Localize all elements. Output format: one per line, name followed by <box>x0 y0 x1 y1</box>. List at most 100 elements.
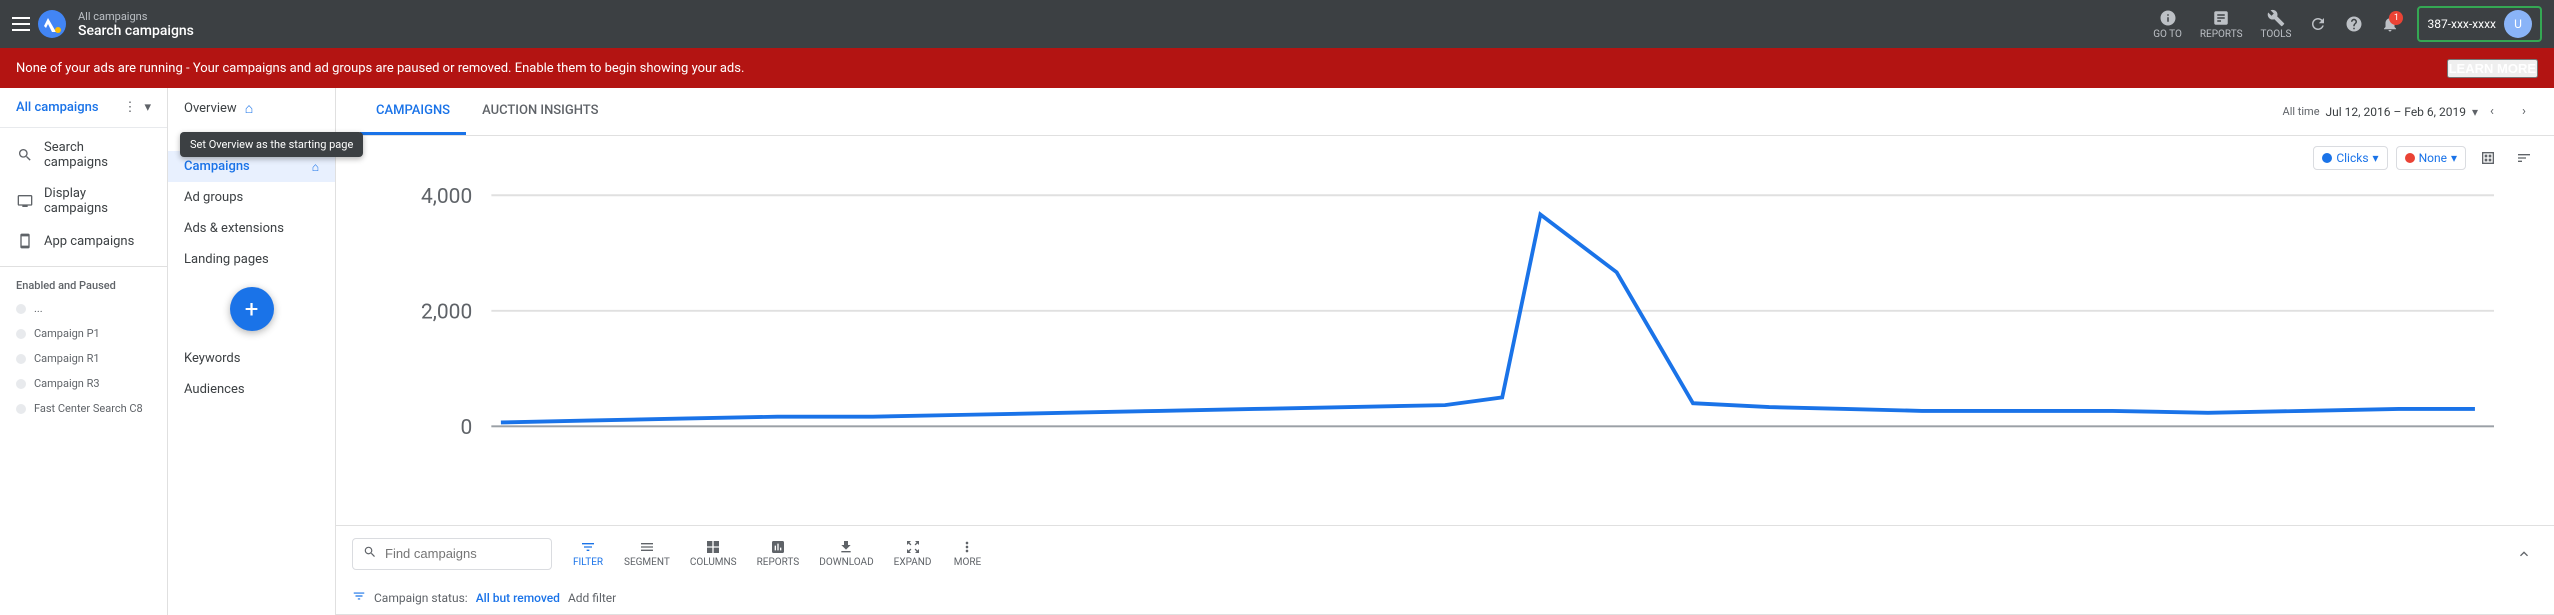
download-button[interactable]: DOWNLOAD <box>811 535 881 572</box>
campaign-name-1: ... <box>34 302 43 315</box>
sidebar-display-label: Display campaigns <box>44 186 151 216</box>
reports-button[interactable]: REPORTS <box>2200 9 2243 40</box>
right-content: Overview ⌂ Set Overview as the starting … <box>168 88 2554 615</box>
sidebar-item-display[interactable]: Display campaigns <box>0 178 167 224</box>
fab-plus-icon: + <box>245 297 259 321</box>
search-icon <box>363 545 377 563</box>
campaign-name-3: Campaign R1 <box>34 352 100 365</box>
campaigns-subnav-label: Campaigns <box>184 159 250 174</box>
columns-button[interactable]: COLUMNS <box>682 535 745 572</box>
bottom-toolbar: FILTER SEGMENT COLUMNS REPORTS <box>336 525 2554 581</box>
main-tabs: CAMPAIGNS AUCTION INSIGHTS <box>360 88 614 135</box>
search-input-wrapper[interactable] <box>352 538 552 570</box>
app-icon <box>16 232 34 250</box>
add-filter-button[interactable]: Add filter <box>568 591 616 605</box>
filter-funnel-icon <box>352 589 366 606</box>
segment-button[interactable]: SEGMENT <box>616 535 678 572</box>
sidebar-expand-icon[interactable]: ▾ <box>144 100 151 115</box>
fab-button[interactable]: + <box>230 287 274 331</box>
overview-nav-item[interactable]: Overview ⌂ <box>168 92 335 125</box>
date-range-selector[interactable]: All time Jul 12, 2016 – Feb 6, 2019 ▾ <box>2283 105 2478 119</box>
user-avatar[interactable]: U <box>2504 10 2532 38</box>
sub-nav-audiences[interactable]: Audiences <box>168 374 335 405</box>
logo-area: All campaigns Search campaigns <box>12 10 194 39</box>
sub-nav-landing[interactable]: Landing pages <box>168 244 335 275</box>
learn-more-button[interactable]: LEARN MORE <box>2447 59 2538 78</box>
home-icon-campaigns: ⌂ <box>312 160 319 174</box>
filter-button[interactable]: FILTER <box>564 535 612 572</box>
svg-text:4,000: 4,000 <box>421 184 472 209</box>
sub-nav-adgroups[interactable]: Ad groups <box>168 182 335 213</box>
chart-svg-container: 4,000 2,000 0 Jul 2016 Feb 2019 <box>336 136 2554 525</box>
campaign-item-3[interactable]: Campaign R1 <box>0 346 167 371</box>
expand-label: EXPAND <box>894 557 932 568</box>
help-button[interactable] <box>2345 15 2363 33</box>
filter-value[interactable]: All but removed <box>476 591 560 605</box>
sidebar-divider <box>0 266 167 267</box>
more-button[interactable]: MORE <box>943 535 991 572</box>
collapse-table-button[interactable] <box>2510 540 2538 568</box>
campaign-status-dot-4 <box>16 379 26 389</box>
audiences-label: Audiences <box>184 382 245 397</box>
main-layout: All campaigns ⋮ ▾ Search campaigns Displ… <box>0 88 2554 615</box>
all-time-label: All time <box>2283 105 2320 118</box>
tabs-area: CAMPAIGNS AUCTION INSIGHTS All time Jul … <box>336 88 2554 136</box>
account-info[interactable]: 387-xxx-xxxx U <box>2417 6 2542 42</box>
reports-label: REPORTS <box>757 557 800 568</box>
columns-label: COLUMNS <box>690 557 737 568</box>
overview-wrapper: Overview ⌂ Set Overview as the starting … <box>168 92 335 125</box>
find-campaigns-input[interactable] <box>385 546 525 561</box>
date-range-value: Jul 12, 2016 – Feb 6, 2019 <box>2326 105 2466 119</box>
campaign-name-5: Fast Center Search C8 <box>34 402 143 415</box>
tab-auction-insights[interactable]: AUCTION INSIGHTS <box>466 88 614 135</box>
segment-label: SEGMENT <box>624 557 670 568</box>
alert-banner: None of your ads are running - Your camp… <box>0 48 2554 88</box>
left-sidebar: All campaigns ⋮ ▾ Search campaigns Displ… <box>0 88 168 615</box>
campaign-name-2: Campaign P1 <box>34 327 100 340</box>
hamburger-icon[interactable] <box>12 17 30 31</box>
notifications-button[interactable]: 1 <box>2381 15 2399 33</box>
main-panel: CAMPAIGNS AUCTION INSIGHTS All time Jul … <box>336 88 2554 615</box>
keywords-label: Keywords <box>184 351 240 366</box>
filter-status-label: Campaign status: <box>374 591 468 605</box>
overview-tooltip: Set Overview as the starting page <box>180 132 363 157</box>
sub-nav-keywords[interactable]: Keywords <box>168 343 335 374</box>
download-label: DOWNLOAD <box>819 557 873 568</box>
refresh-button[interactable] <box>2309 15 2327 33</box>
toolbar-actions: FILTER SEGMENT COLUMNS REPORTS <box>564 535 991 572</box>
campaign-item-2[interactable]: Campaign P1 <box>0 321 167 346</box>
campaign-item-1[interactable]: ... <box>0 296 167 321</box>
filter-label: FILTER <box>573 557 603 568</box>
overview-label: Overview <box>184 101 237 116</box>
sub-nav-ads[interactable]: Ads & extensions <box>168 213 335 244</box>
filter-bar: Campaign status: All but removed Add fil… <box>336 581 2554 615</box>
header-title-area: All campaigns Search campaigns <box>78 10 194 39</box>
enabled-paused-label: Enabled and Paused <box>0 271 167 296</box>
sidebar-item-app[interactable]: App campaigns <box>0 224 167 258</box>
campaign-item-4[interactable]: Campaign R3 <box>0 371 167 396</box>
sidebar-item-search[interactable]: Search campaigns <box>0 132 167 178</box>
campaign-item-5[interactable]: Fast Center Search C8 <box>0 396 167 421</box>
campaign-status-dot <box>16 304 26 314</box>
prev-date-button[interactable]: ‹ <box>2478 98 2506 126</box>
google-ads-logo-icon <box>38 10 66 38</box>
sidebar-search-label: Search campaigns <box>44 140 151 170</box>
all-campaigns-label[interactable]: All campaigns <box>16 100 99 115</box>
notification-badge: 1 <box>2389 11 2403 25</box>
expand-button[interactable]: EXPAND <box>886 535 940 572</box>
sidebar-nav-section: Search campaigns Display campaigns App c… <box>0 128 167 262</box>
account-id: 387-xxx-xxxx <box>2427 17 2496 31</box>
more-label: MORE <box>954 557 981 568</box>
svg-text:2,000: 2,000 <box>421 299 472 324</box>
next-date-button[interactable]: › <box>2510 98 2538 126</box>
reports-button[interactable]: REPORTS <box>749 535 808 572</box>
line-chart-svg: 4,000 2,000 0 Jul 2016 Feb 2019 <box>396 176 2494 525</box>
tools-button[interactable]: TOOLS <box>2261 9 2292 40</box>
home-icon: ⌂ <box>245 100 253 117</box>
sidebar-more-icon[interactable]: ⋮ <box>123 100 136 115</box>
sub-nav-panel: Overview ⌂ Set Overview as the starting … <box>168 88 336 615</box>
campaign-name-4: Campaign R3 <box>34 377 100 390</box>
goto-button[interactable]: GO TO <box>2153 9 2182 40</box>
tab-campaigns[interactable]: CAMPAIGNS <box>360 88 466 135</box>
nav-arrows: ‹ › <box>2478 98 2538 126</box>
